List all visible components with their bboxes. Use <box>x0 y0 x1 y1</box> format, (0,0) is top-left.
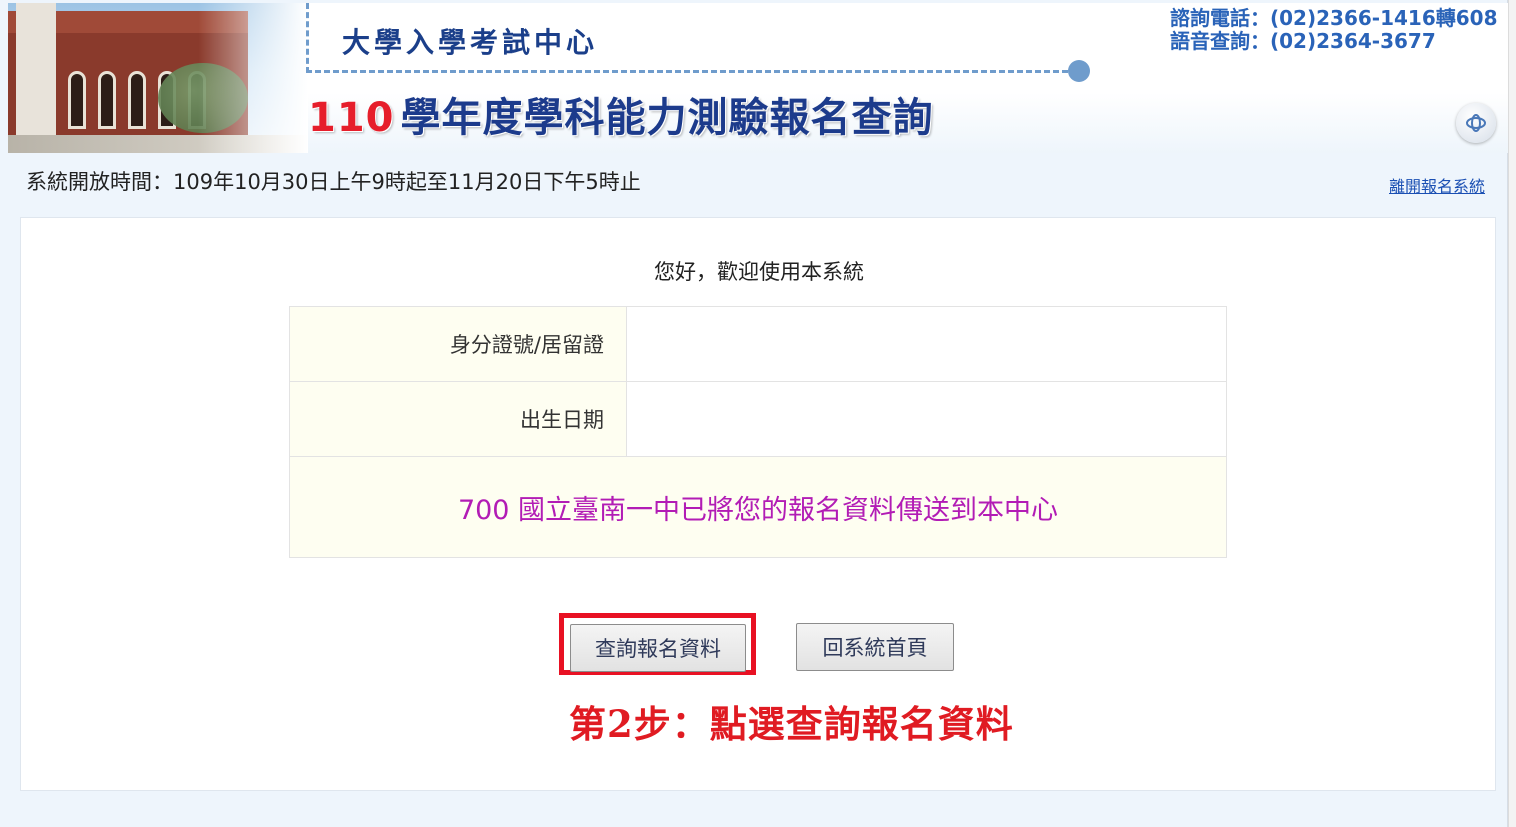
campus-photo <box>8 3 308 153</box>
header-banner: 大學入學考試中心 110 學年度學科能力測驗報名查詢 諮詢電話：(02)2366-… <box>8 3 1508 153</box>
page-title: 110 學年度學科能力測驗報名查詢 <box>308 85 934 143</box>
submission-notice: 700 國立臺南一中已將您的報名資料傳送到本中心 <box>289 456 1227 558</box>
content-panel: 您好，歡迎使用本系統 身分證號/居留證 出生日期 700 國立臺南一中已將您的報… <box>20 217 1496 791</box>
birth-date-label: 出生日期 <box>289 381 627 457</box>
id-number-value <box>626 306 1227 382</box>
exit-system-link[interactable]: 離開報名系統 <box>1389 173 1485 197</box>
table-row: 出生日期 <box>289 381 1227 457</box>
birth-date-value <box>626 381 1227 457</box>
table-row: 700 國立臺南一中已將您的報名資料傳送到本中心 <box>289 456 1227 558</box>
contact-voice: 語音查詢：(02)2364-3677 <box>1170 29 1436 53</box>
welcome-message: 您好，歡迎使用本系統 <box>654 260 864 284</box>
registration-info-table: 身分證號/居留證 出生日期 700 國立臺南一中已將您的報名資料傳送到本中心 <box>289 306 1227 558</box>
contact-phone: 諮詢電話：(02)2366-1416轉608 <box>1170 6 1498 30</box>
table-row: 身分證號/居留證 <box>289 306 1227 382</box>
system-open-time: 系統開放時間：109年10月30日上午9時起至11月20日下午5時止 <box>26 170 641 194</box>
banner-dot <box>1068 60 1090 82</box>
id-number-label: 身分證號/居留證 <box>289 306 627 382</box>
center-name: 大學入學考試中心 <box>342 26 599 59</box>
contact-info: 諮詢電話：(02)2366-1416轉608 語音查詢：(02)2364-367… <box>1170 7 1498 53</box>
title-text: 學年度學科能力測驗報名查詢 <box>400 95 934 141</box>
title-year: 110 <box>308 95 395 141</box>
network-icon[interactable] <box>1456 103 1496 143</box>
scrollbar[interactable] <box>1508 0 1516 827</box>
query-registration-button[interactable]: 查詢報名資料 <box>570 624 746 672</box>
step-instruction: 第2步：點選查詢報名資料 <box>569 702 1014 746</box>
back-home-button[interactable]: 回系統首頁 <box>796 623 954 671</box>
